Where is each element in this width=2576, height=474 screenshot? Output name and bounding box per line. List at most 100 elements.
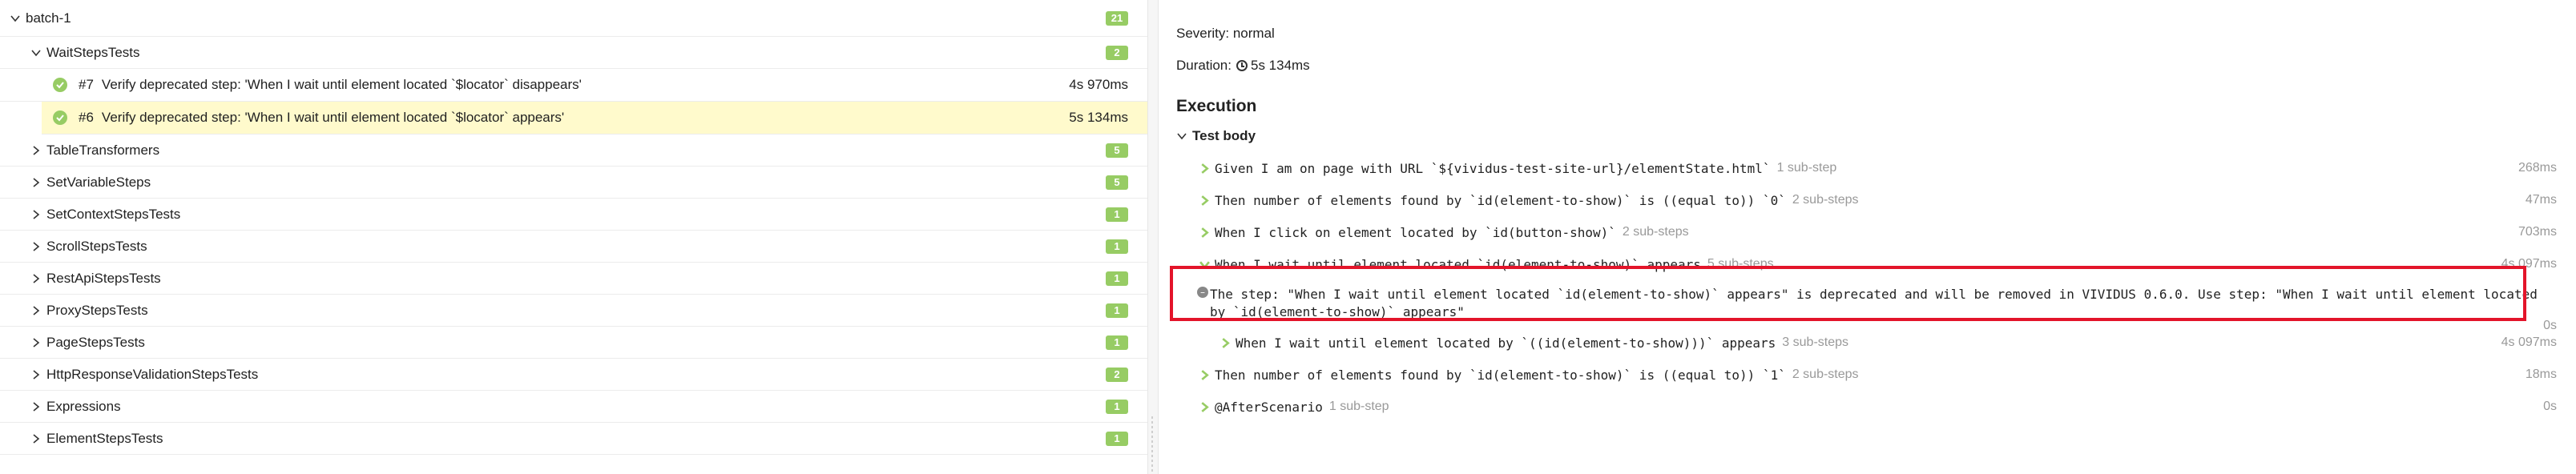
step-duration: 0s: [2543, 400, 2557, 413]
step-text: Then number of elements found by `id(ele…: [1215, 367, 1786, 383]
panel-splitter[interactable]: [1148, 0, 1159, 474]
count-badge: 21: [1106, 10, 1128, 26]
count-badge: 1: [1106, 271, 1128, 286]
duration-value: 5s 134ms: [1250, 58, 1310, 73]
test-case-number: #7: [79, 77, 94, 92]
count-badge: 1: [1106, 399, 1128, 414]
step-substeps: 2 sub-steps: [1792, 368, 1859, 381]
tree-group-expressions[interactable]: Expressions 1: [0, 391, 1147, 423]
chevron-right-icon: [1199, 163, 1210, 174]
test-meta: Severity: normal Duration: 5s 134ms: [1176, 18, 2576, 82]
chevron-right-icon: [30, 305, 42, 316]
test-case-duration: 5s 134ms: [1069, 110, 1128, 125]
step-substeps: 1 sub-step: [1328, 400, 1389, 413]
chevron-right-icon: [30, 209, 42, 220]
step-text: When I wait until element located by `((…: [1236, 335, 1776, 351]
tree-root-label: batch-1: [26, 10, 71, 26]
test-case-duration: 4s 970ms: [1069, 77, 1128, 92]
count-badge: 5: [1106, 175, 1128, 190]
count-badge: 1: [1106, 335, 1128, 350]
chevron-right-icon: [30, 433, 42, 444]
step-text: @AfterScenario: [1215, 399, 1323, 415]
test-case-title: Verify deprecated step: 'When I wait unt…: [101, 77, 582, 92]
chevron-down-icon: [30, 47, 42, 58]
step-row[interactable]: Given I am on page with URL `${vividus-t…: [1176, 152, 2576, 184]
test-body-label: Test body: [1192, 128, 1256, 143]
splitter-grip[interactable]: [1151, 416, 1153, 472]
tree-group-label: RestApiStepsTests: [46, 270, 161, 286]
tree-group-restapistepstests[interactable]: RestApiStepsTests 1: [0, 263, 1147, 295]
step-duration: 703ms: [2518, 225, 2557, 239]
count-badge: 2: [1106, 367, 1128, 382]
chevron-right-icon: [1199, 195, 1210, 206]
chevron-down-icon: [10, 13, 21, 24]
count-badge: 2: [1106, 45, 1128, 60]
tree-group-setcontextstepstests[interactable]: SetContextStepsTests 1: [0, 199, 1147, 231]
test-body-toggle[interactable]: Test body: [1176, 120, 2576, 152]
tree-group-label: ScrollStepsTests: [46, 238, 147, 254]
tree-group-label: SetContextStepsTests: [46, 206, 181, 222]
step-substeps: 1 sub-step: [1776, 161, 1837, 175]
tree-group-scrollstepstests[interactable]: ScrollStepsTests 1: [0, 231, 1147, 263]
passed-status-icon: [53, 110, 67, 125]
tree-group-label: ElementStepsTests: [46, 430, 163, 446]
nested-step-row[interactable]: When I wait until element located by `((…: [1176, 327, 2576, 359]
chevron-right-icon: [1199, 401, 1210, 412]
highlight-annotation-box: [1170, 266, 2526, 321]
clock-icon: [1236, 60, 1248, 71]
step-text: When I click on element located by `id(b…: [1215, 224, 1616, 240]
tree-group-waitstepstests[interactable]: WaitStepsTests 2: [0, 37, 1147, 69]
chevron-right-icon: [1199, 227, 1210, 238]
tree-group-label: TableTransformers: [46, 142, 160, 158]
count-badge: 1: [1106, 431, 1128, 446]
step-row[interactable]: @AfterScenario 1 sub-step 0s: [1176, 391, 2576, 423]
step-duration: 268ms: [2518, 161, 2557, 175]
duration-label: Duration:: [1176, 58, 1232, 73]
chevron-right-icon: [1199, 369, 1210, 380]
passed-status-icon: [53, 78, 67, 92]
test-case-number: #6: [79, 110, 94, 125]
tree-group-label: PageStepsTests: [46, 334, 145, 350]
chevron-right-icon: [30, 241, 42, 252]
step-row[interactable]: When I click on element located by `id(b…: [1176, 216, 2576, 248]
tree-group-label: WaitStepsTests: [46, 44, 140, 60]
count-badge: 1: [1106, 303, 1128, 318]
step-duration: 4s 097ms: [2501, 335, 2557, 349]
count-badge: 1: [1106, 207, 1128, 222]
step-substeps: 2 sub-steps: [1792, 193, 1859, 207]
chevron-right-icon: [30, 337, 42, 348]
step-row[interactable]: Then number of elements found by `id(ele…: [1176, 184, 2576, 216]
severity-line: Severity: normal: [1176, 26, 1275, 41]
chevron-right-icon: [30, 401, 42, 412]
tree-group-label: Expressions: [46, 398, 121, 414]
step-text: Given I am on page with URL `${vividus-t…: [1215, 160, 1771, 176]
step-duration: 47ms: [2525, 193, 2557, 207]
tree-group-httpresponsevalidationstepstests[interactable]: HttpResponseValidationStepsTests 2: [0, 359, 1147, 391]
test-case-title: Verify deprecated step: 'When I wait unt…: [101, 110, 565, 125]
execution-title: Execution: [1176, 97, 1257, 115]
tree-group-elementstepstests[interactable]: ElementStepsTests 1: [0, 423, 1147, 455]
chevron-down-icon: [1176, 131, 1187, 142]
count-badge: 1: [1106, 239, 1128, 254]
test-tree-panel: batch-1 21 WaitStepsTests 2 #7 Verify de…: [0, 0, 1148, 474]
tree-group-label: ProxyStepsTests: [46, 302, 148, 318]
tree-group-label: HttpResponseValidationStepsTests: [46, 366, 259, 382]
tree-group-label: SetVariableSteps: [46, 174, 151, 190]
step-duration: 18ms: [2525, 368, 2557, 381]
count-badge: 5: [1106, 143, 1128, 158]
test-case-row[interactable]: #7 Verify deprecated step: 'When I wait …: [0, 69, 1147, 102]
tree-group-setvariablesteps[interactable]: SetVariableSteps 5: [0, 167, 1147, 199]
tree-group-tabletransformers[interactable]: TableTransformers 5: [0, 135, 1147, 167]
test-case-row-selected[interactable]: #6 Verify deprecated step: 'When I wait …: [42, 102, 1147, 135]
step-substeps: 3 sub-steps: [1782, 335, 1849, 349]
step-row[interactable]: Then number of elements found by `id(ele…: [1176, 359, 2576, 391]
chevron-right-icon: [1219, 337, 1231, 348]
tree-group-proxystepstests[interactable]: ProxyStepsTests 1: [0, 295, 1147, 327]
chevron-right-icon: [30, 369, 42, 380]
tree-group-pagestepstests[interactable]: PageStepsTests 1: [0, 327, 1147, 359]
chevron-right-icon: [30, 273, 42, 284]
tree-root-batch[interactable]: batch-1 21: [0, 0, 1147, 37]
chevron-right-icon: [30, 177, 42, 188]
test-details-panel: Severity: normal Duration: 5s 134ms Exec…: [1159, 0, 2576, 474]
duration-line: Duration: 5s 134ms: [1176, 50, 2576, 82]
